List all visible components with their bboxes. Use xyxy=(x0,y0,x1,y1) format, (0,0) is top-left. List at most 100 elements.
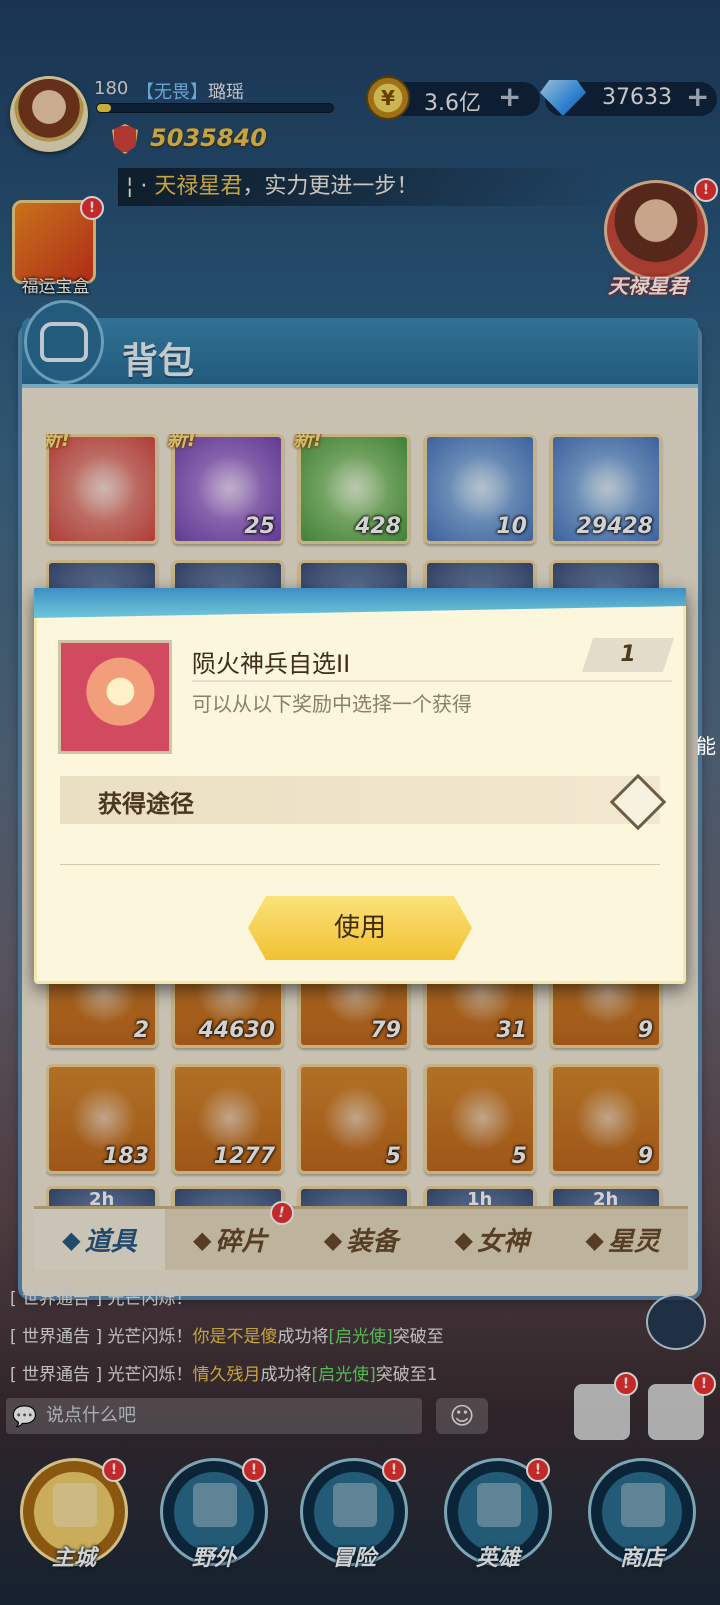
equipment-icon: ◆ xyxy=(323,1225,343,1254)
nav-label: 商店 xyxy=(619,1546,664,1571)
tab-star-spirit[interactable]: ◆ 星灵 xyxy=(557,1209,688,1270)
chest-badge: ! xyxy=(692,1372,716,1396)
combat-power: 5035840 xyxy=(150,124,267,152)
chat-prefix: [ 世界通告 ] 光芒闪烁！ xyxy=(10,1365,193,1385)
gold-coin-icon: ¥ xyxy=(366,76,410,120)
goddess-icon: ◆ xyxy=(454,1225,474,1254)
tab-props[interactable]: ◆ 道具 xyxy=(34,1209,165,1270)
shard-icon xyxy=(71,1085,137,1151)
adventure-icon xyxy=(333,1483,377,1527)
inventory-slot[interactable]: 10 xyxy=(424,434,536,544)
props-icon: ◆ xyxy=(62,1225,81,1254)
item-quantity: 31 xyxy=(496,1018,527,1043)
tab-equipment[interactable]: ◆ 装备 xyxy=(296,1209,427,1270)
star-lord-label: 天禄星君 xyxy=(608,274,688,298)
chat-prefix: [ 世界通告 ] 光芒闪烁！ xyxy=(10,1289,193,1309)
new-tag: 新! xyxy=(167,434,197,451)
add-gem-button[interactable]: + xyxy=(686,80,709,113)
chat-line: [ 世界通告 ] 光芒闪烁！情久残月成功将[启光使]突破至1 xyxy=(10,1360,438,1385)
inventory-slot[interactable]: 5 xyxy=(298,1064,410,1174)
modal-divider xyxy=(192,680,672,682)
item-quantity: 5 xyxy=(511,1144,527,1169)
shop-icon xyxy=(621,1483,665,1527)
star-spirit-icon: ◆ xyxy=(585,1225,604,1254)
marquee-highlight: 天禄星君 xyxy=(154,174,243,199)
nav-badge: ! xyxy=(382,1458,406,1482)
star-lord-badge: ! xyxy=(694,178,718,202)
lucky-box-badge: ! xyxy=(80,196,104,220)
hexagram-scroll-icon xyxy=(323,1085,389,1151)
chat-player: 情久残月 xyxy=(192,1365,261,1385)
tab-fragment[interactable]: ◆ 碎片! xyxy=(165,1201,296,1270)
modal-item-count: 1 xyxy=(582,638,674,672)
friends-button[interactable] xyxy=(646,1294,706,1350)
announcement-marquee: ¦ · 天禄星君，实力更进一步！ xyxy=(118,168,618,206)
player-name: 【无畏】璐瑶 xyxy=(136,78,244,104)
purple-gem-icon xyxy=(197,455,263,521)
inventory-slot[interactable]: 新! xyxy=(46,434,158,544)
chat-player: 你是不是傻 xyxy=(192,1327,278,1347)
chat-tail: 突破至 xyxy=(392,1327,444,1347)
item-quantity: 79 xyxy=(370,1018,401,1043)
rainbow-cube-icon xyxy=(449,455,515,521)
xp-bar-fill xyxy=(97,104,112,112)
guild-tag: 【无畏】 xyxy=(136,82,208,103)
void-gem-icon xyxy=(449,1085,515,1151)
nav-badge: ! xyxy=(102,1458,126,1482)
emoji-button[interactable]: ☺ xyxy=(436,1398,488,1434)
player-avatar[interactable] xyxy=(10,76,88,152)
tab-label: 星灵 xyxy=(607,1227,660,1257)
tab-label: 碎片 xyxy=(215,1227,268,1257)
star-lord-event-button[interactable] xyxy=(604,180,708,280)
chat-input[interactable]: 说点什么吧 xyxy=(6,1398,422,1434)
marquee-lead: ¦ · xyxy=(126,174,155,199)
tab-goddess[interactable]: ◆ 女神 xyxy=(426,1209,557,1270)
chat-mid: 成功将 xyxy=(260,1365,312,1385)
item-quantity: 1277 xyxy=(213,1144,275,1169)
modal-description: 可以从以下奖励中选择一个获得 xyxy=(192,692,472,716)
blue-crystal-icon xyxy=(575,455,641,521)
scroll-tube-icon xyxy=(197,1085,263,1151)
item-quantity: 2 xyxy=(133,1018,149,1043)
use-button[interactable]: 使用 xyxy=(248,896,472,960)
wilderness-icon xyxy=(193,1483,237,1527)
inventory-slot[interactable]: 183 xyxy=(46,1064,158,1174)
modal-divider-bottom xyxy=(60,864,660,865)
nav-badge: ! xyxy=(526,1458,550,1482)
new-tag: 新! xyxy=(293,434,323,451)
chat-bubble-icon: 💬 xyxy=(12,1404,37,1428)
nav-label: 英雄 xyxy=(475,1546,520,1571)
backpack-title: 背包 xyxy=(122,341,195,382)
side-right-label: 能 xyxy=(696,734,716,758)
item-quantity: 428 xyxy=(355,514,401,539)
gold-amount: 3.6亿 xyxy=(424,91,481,116)
inventory-slot[interactable]: 9 xyxy=(550,1064,662,1174)
item-quantity: 9 xyxy=(637,1144,653,1169)
nav-label: 主城 xyxy=(51,1546,96,1571)
chat-prefix: [ 世界通告 ] 光芒闪烁！ xyxy=(10,1327,193,1347)
inventory-slot[interactable]: 5 xyxy=(424,1064,536,1174)
nav-label: 野外 xyxy=(191,1546,236,1571)
inventory-slot[interactable]: 428 新! xyxy=(293,434,410,544)
parchment-icon xyxy=(575,1085,641,1151)
player-name-text: 璐瑶 xyxy=(208,82,244,103)
green-crystal-icon xyxy=(323,455,389,521)
nav-label: 冒险 xyxy=(331,1546,376,1571)
add-gold-button[interactable]: + xyxy=(498,80,521,113)
fire-orb-icon xyxy=(58,640,172,754)
inventory-slot[interactable]: 1277 xyxy=(172,1064,284,1174)
inventory-slot[interactable]: 25 新! xyxy=(167,434,284,544)
chat-line: [ 世界通告 ] 光芒闪烁！ xyxy=(10,1284,192,1309)
nav-badge: ! xyxy=(242,1458,266,1482)
item-quantity: 29428 xyxy=(576,514,653,539)
inventory-slot[interactable]: 29428 xyxy=(550,434,662,544)
player-level: 180 xyxy=(94,78,129,99)
castle-icon xyxy=(53,1483,97,1527)
item-quantity: 9 xyxy=(637,1018,653,1043)
chat-mid: 成功将 xyxy=(277,1327,329,1347)
item-quantity: 5 xyxy=(385,1144,401,1169)
tab-label: 道具 xyxy=(84,1227,137,1257)
item-quantity: 10 xyxy=(496,514,527,539)
new-tag: 新! xyxy=(46,434,71,451)
backpack-bag-icon xyxy=(40,322,88,362)
